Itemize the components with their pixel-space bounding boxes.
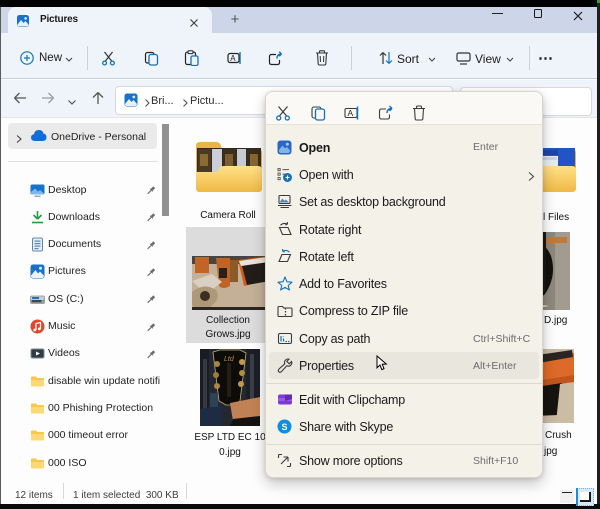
svg-text:A: A: [230, 54, 236, 63]
svg-text:S: S: [282, 422, 288, 432]
svg-text:Ltd: Ltd: [224, 356, 235, 363]
svg-text:A: A: [347, 108, 353, 118]
